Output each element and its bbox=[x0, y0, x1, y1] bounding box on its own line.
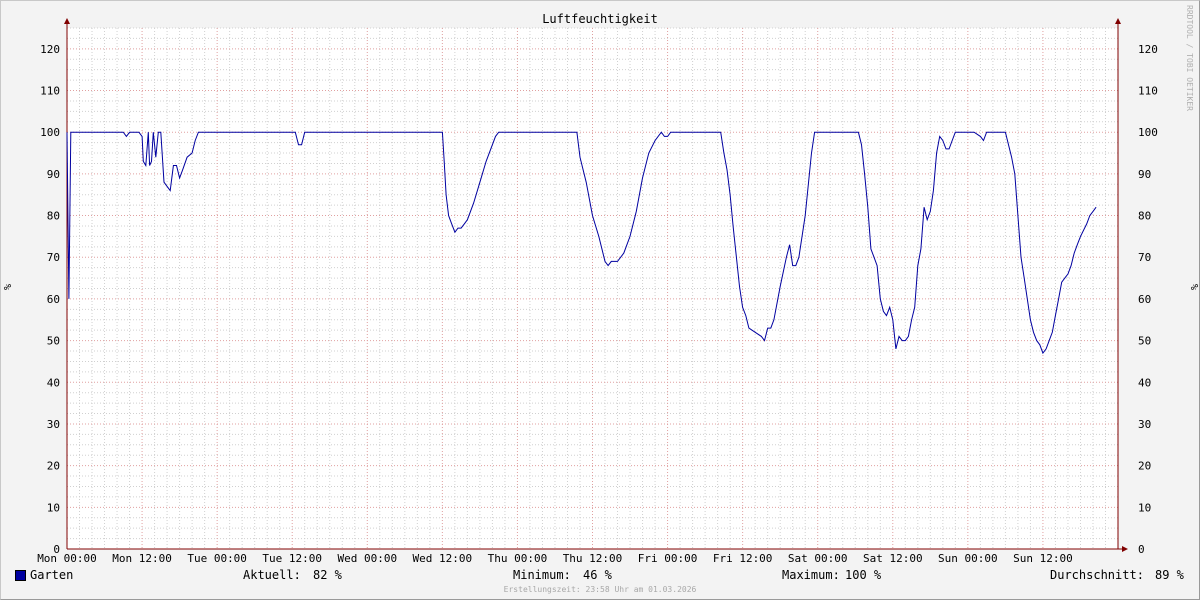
legend-avg-value: 89 % bbox=[1155, 568, 1184, 582]
y-tick-label-left: 110 bbox=[40, 85, 60, 98]
legend-series-name: Garten bbox=[30, 568, 74, 582]
y-tick-label-right: 10 bbox=[1138, 501, 1151, 514]
x-tick-label: Sun 12:00 bbox=[1013, 552, 1073, 565]
legend-current-label: Aktuell: bbox=[243, 568, 301, 582]
y-tick-label-left: 70 bbox=[47, 251, 60, 264]
x-tick-label: Fri 12:00 bbox=[713, 552, 773, 565]
x-axis-arrow bbox=[1122, 546, 1128, 552]
chart-title: Luftfeuchtigkeit bbox=[542, 12, 658, 26]
y-tick-label-left: 100 bbox=[40, 126, 60, 139]
y-tick-label-right: 80 bbox=[1138, 210, 1151, 223]
legend-max-value: 100 % bbox=[845, 568, 882, 582]
x-tick-label: Thu 00:00 bbox=[488, 552, 548, 565]
x-tick-label: Mon 12:00 bbox=[112, 552, 172, 565]
y-tick-label-left: 50 bbox=[47, 335, 60, 348]
legend-avg-label: Durchschnitt: bbox=[1050, 568, 1144, 582]
legend-swatch bbox=[15, 570, 26, 581]
y-tick-label-left: 30 bbox=[47, 418, 60, 431]
y-tick-label-right: 50 bbox=[1138, 335, 1151, 348]
x-tick-label: Tue 12:00 bbox=[262, 552, 322, 565]
x-tick-label: Sat 00:00 bbox=[788, 552, 848, 565]
y-tick-label-right: 20 bbox=[1138, 460, 1151, 473]
y-tick-label-right: 0 bbox=[1138, 543, 1145, 556]
y-tick-label-left: 60 bbox=[47, 293, 60, 306]
y-axis-label-right: % bbox=[1188, 284, 1199, 290]
x-tick-label: Sat 12:00 bbox=[863, 552, 923, 565]
watermark-label: RRDTOOL / TOBI OETIKER bbox=[1185, 5, 1194, 111]
x-tick-label: Fri 00:00 bbox=[638, 552, 698, 565]
x-tick-label: Thu 12:00 bbox=[563, 552, 623, 565]
x-tick-label: Wed 00:00 bbox=[337, 552, 397, 565]
y-tick-label-left: 10 bbox=[47, 501, 60, 514]
legend-min-label: Minimum: bbox=[513, 568, 571, 582]
legend-current-value: 82 % bbox=[313, 568, 342, 582]
y-tick-label-right: 120 bbox=[1138, 43, 1158, 56]
y-tick-label-right: 100 bbox=[1138, 126, 1158, 139]
y-tick-label-left: 120 bbox=[40, 43, 60, 56]
y-axis-arrow-right bbox=[1115, 18, 1121, 24]
footer-timestamp: Erstellungszeit: 23:58 Uhr am 01.03.2026 bbox=[503, 585, 697, 594]
legend-min-value: 46 % bbox=[583, 568, 612, 582]
y-tick-label-right: 60 bbox=[1138, 293, 1151, 306]
y-tick-label-right: 30 bbox=[1138, 418, 1151, 431]
x-tick-label: Wed 12:00 bbox=[413, 552, 473, 565]
y-tick-label-right: 90 bbox=[1138, 168, 1151, 181]
y-tick-label-left: 40 bbox=[47, 376, 60, 389]
y-axis-label-left: % bbox=[3, 284, 14, 290]
y-tick-label-left: 90 bbox=[47, 168, 60, 181]
x-tick-label: Sun 00:00 bbox=[938, 552, 998, 565]
y-tick-label-right: 110 bbox=[1138, 85, 1158, 98]
humidity-chart: Luftfeuchtigkeit RRDTOOL / TOBI OETIKER … bbox=[3, 5, 1199, 565]
y-tick-label-left: 80 bbox=[47, 210, 60, 223]
legend-max-label: Maximum: bbox=[782, 568, 840, 582]
y-tick-label-right: 70 bbox=[1138, 251, 1151, 264]
y-tick-label-right: 40 bbox=[1138, 376, 1151, 389]
x-tick-label: Mon 00:00 bbox=[37, 552, 97, 565]
y-tick-label-left: 20 bbox=[47, 460, 60, 473]
y-axis-arrow-left bbox=[64, 18, 70, 24]
x-tick-label: Tue 00:00 bbox=[187, 552, 247, 565]
